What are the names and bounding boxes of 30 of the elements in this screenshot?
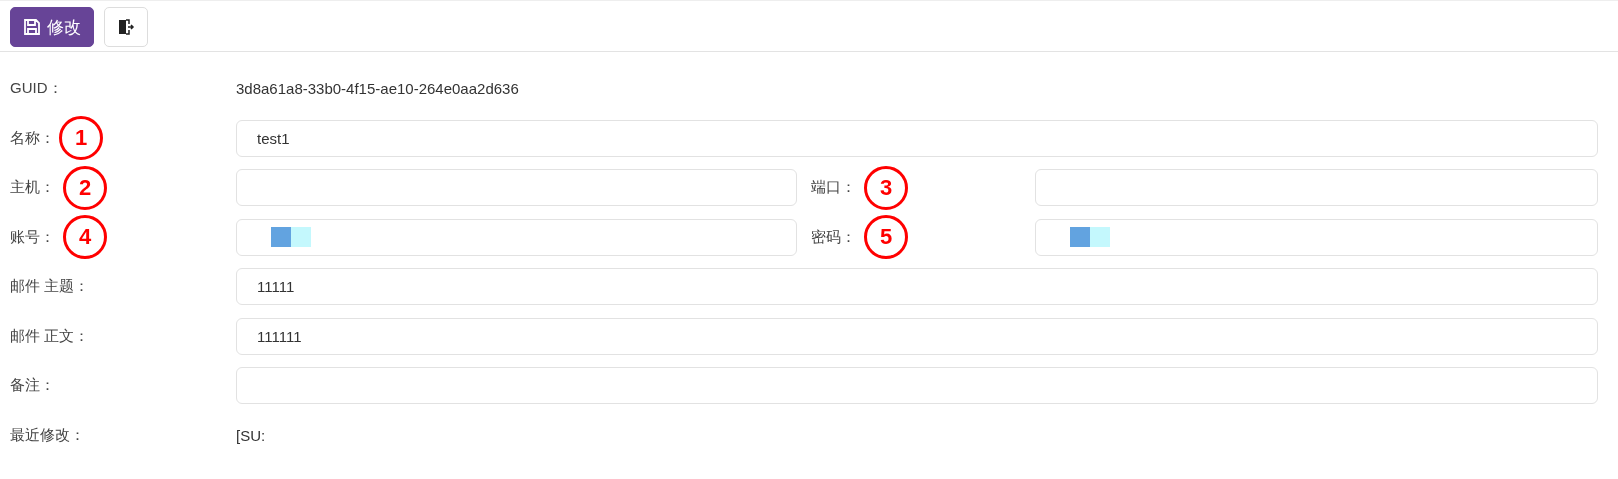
number-marker: 5 xyxy=(864,215,908,260)
door-exit-icon xyxy=(117,18,135,36)
field-label: 密码： xyxy=(811,227,856,247)
field-value: [SU: xyxy=(236,426,267,444)
input-field[interactable]: 111111 xyxy=(236,317,1598,355)
number-marker: 1 xyxy=(59,116,103,161)
number-marker: 3 xyxy=(864,165,908,210)
field-label: 端口： xyxy=(811,178,856,198)
field-label: 备注： xyxy=(10,376,55,396)
save-button[interactable]: 修改 xyxy=(10,7,94,47)
field-label: 最近修改： xyxy=(10,425,85,445)
number-marker: 4 xyxy=(63,215,107,260)
input-field[interactable] xyxy=(236,218,797,256)
field-label: GUID： xyxy=(10,79,63,99)
input-field[interactable]: 11111 xyxy=(236,268,1598,306)
field-label: 账号： xyxy=(10,227,55,247)
input-field[interactable] xyxy=(1035,218,1598,256)
field-label: 邮件 主题： xyxy=(10,277,90,297)
field-label: 主机： xyxy=(10,178,55,198)
input-field[interactable]: test1 xyxy=(236,119,1598,157)
input-field[interactable] xyxy=(1035,169,1598,207)
redaction-mark xyxy=(271,227,311,248)
number-marker: 2 xyxy=(63,165,107,210)
field-label: 邮件 正文： xyxy=(10,326,90,346)
field-label: 名称： xyxy=(10,128,55,148)
field-value: 3d8a61a8-33b0-4f15-ae10-264e0aa2d636 xyxy=(236,80,520,98)
redaction-mark xyxy=(1070,227,1110,248)
exit-button[interactable] xyxy=(104,7,148,47)
input-field[interactable] xyxy=(236,367,1598,405)
input-field[interactable] xyxy=(236,169,797,207)
